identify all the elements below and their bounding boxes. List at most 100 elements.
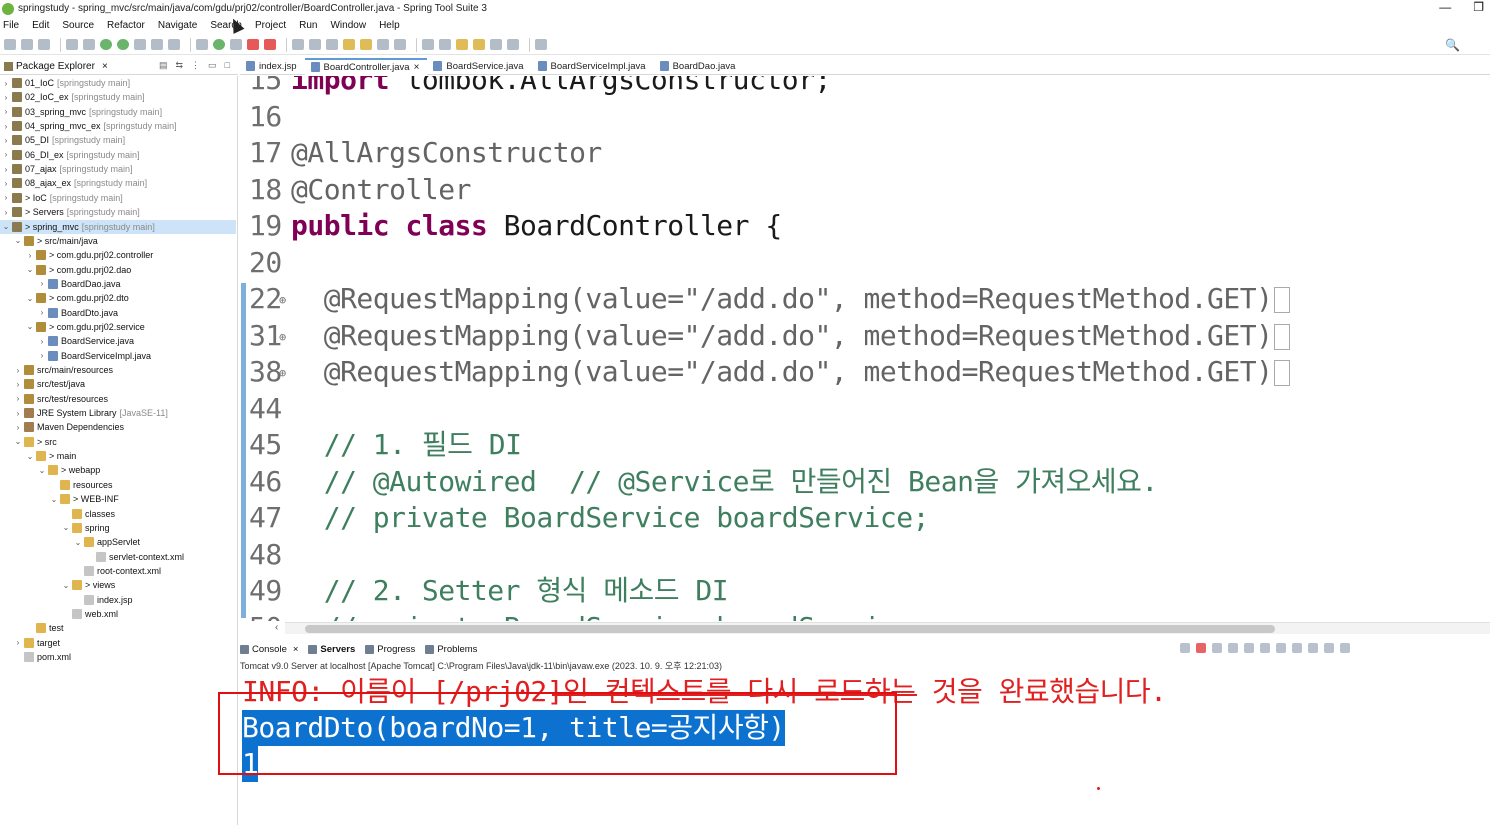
folded-block-indicator[interactable] (1274, 323, 1291, 350)
close-icon[interactable]: × (102, 61, 108, 72)
expand-right-icon[interactable]: › (26, 251, 34, 260)
expand-right-icon[interactable]: › (14, 366, 22, 375)
link-with-editor-icon[interactable]: ⇆ (176, 60, 184, 71)
menu-run[interactable]: Run (299, 20, 317, 31)
tree-item[interactable]: › target (0, 636, 236, 650)
expand-down-icon[interactable]: ⌄ (26, 265, 34, 274)
remove-all-icon[interactable] (1228, 643, 1238, 653)
tree-item[interactable]: › 01_IoC [springstudy main] (0, 76, 236, 90)
tab-progress[interactable]: Progress (365, 644, 415, 655)
expand-right-icon[interactable]: › (38, 337, 46, 346)
tree-item[interactable]: › 05_DI [springstudy main] (0, 133, 236, 147)
display-console-icon[interactable] (1308, 643, 1318, 653)
open-folder-icon[interactable] (343, 39, 355, 50)
expand-right-icon[interactable]: › (2, 79, 10, 88)
tab-boarddao-java[interactable]: BoardDao.java (654, 58, 744, 75)
nav-back-icon[interactable] (490, 39, 502, 50)
tree-item[interactable]: ⌄ appServlet (0, 535, 236, 549)
tree-item[interactable]: ⌄ > main (0, 449, 236, 463)
tree-item[interactable]: › BoardDto.java (0, 306, 236, 320)
word-wrap-icon[interactable] (1276, 643, 1286, 653)
tree-item[interactable]: ⌄ > webapp (0, 463, 236, 477)
settings-icon[interactable] (1340, 643, 1350, 653)
tree-item[interactable]: web.xml (0, 607, 236, 621)
tab-boardserviceimpl-java[interactable]: BoardServiceImpl.java (532, 58, 654, 75)
new-class-icon[interactable] (326, 39, 338, 50)
folded-block-indicator[interactable] (1274, 360, 1291, 386)
tree-item[interactable]: › src/test/java (0, 377, 236, 391)
tree-item[interactable]: › > com.gdu.prj02.controller (0, 248, 236, 262)
tree-item[interactable]: ⌄ > WEB-INF (0, 492, 236, 506)
tree-item[interactable]: ⌄ > com.gdu.prj02.dao (0, 263, 236, 277)
scrollbar-thumb[interactable] (305, 625, 1275, 633)
menu-source[interactable]: Source (62, 20, 94, 31)
maximize-view-icon[interactable]: □ (225, 60, 230, 71)
skip-breakpoints-icon[interactable] (83, 39, 95, 50)
clear-console-icon[interactable] (1244, 643, 1254, 653)
folded-block-indicator[interactable] (1274, 287, 1291, 313)
tree-item[interactable]: › BoardDao.java (0, 277, 236, 291)
tree-item[interactable]: › src/test/resources (0, 392, 236, 406)
expand-down-icon[interactable]: ⌄ (62, 523, 70, 532)
expand-right-icon[interactable]: › (2, 122, 10, 131)
nav-forward-icon[interactable] (507, 39, 519, 50)
tree-item[interactable]: › JRE System Library [JavaSE-11] (0, 406, 236, 420)
expand-down-icon[interactable]: ⌄ (14, 437, 22, 446)
tree-item[interactable]: › BoardService.java (0, 334, 236, 348)
pin-console-icon[interactable] (1180, 643, 1190, 653)
menu-help[interactable]: Help (379, 20, 400, 31)
expand-right-icon[interactable]: › (38, 351, 46, 360)
terminate-icon[interactable] (1196, 643, 1206, 653)
tree-item[interactable]: ⌄ > src/main/java (0, 234, 236, 248)
tree-item[interactable]: root-context.xml (0, 564, 236, 578)
tab-console[interactable]: Console × (240, 644, 298, 655)
expand-down-icon[interactable]: ⌄ (14, 236, 22, 245)
expand-right-icon[interactable]: › (2, 193, 10, 202)
remove-launch-icon[interactable] (1212, 643, 1222, 653)
tree-item[interactable]: › 02_IoC_ex [springstudy main] (0, 90, 236, 104)
prev-annotation-icon[interactable] (439, 39, 451, 50)
tree-item[interactable]: servlet-context.xml (0, 550, 236, 564)
expand-down-icon[interactable]: ⌄ (62, 581, 70, 590)
editor-horizontal-scrollbar[interactable]: ‹ (275, 622, 1490, 634)
new-icon[interactable] (4, 39, 16, 50)
tab-problems[interactable]: Problems (425, 644, 477, 655)
save-all-icon[interactable] (38, 39, 50, 50)
expand-right-icon[interactable]: › (2, 208, 10, 217)
tree-item[interactable]: › > IoC [springstudy main] (0, 191, 236, 205)
expand-right-icon[interactable]: › (14, 423, 22, 432)
expand-right-icon[interactable]: › (14, 380, 22, 389)
expand-down-icon[interactable]: ⌄ (26, 452, 34, 461)
menu-navigate[interactable]: Navigate (158, 20, 197, 31)
show-on-output-icon[interactable] (1292, 643, 1302, 653)
tree-item[interactable]: › BoardServiceImpl.java (0, 349, 236, 363)
menu-window[interactable]: Window (330, 20, 366, 31)
tree-item[interactable]: › Maven Dependencies (0, 420, 236, 434)
external-tools-icon[interactable] (264, 39, 276, 50)
menu-project[interactable]: Project (255, 20, 286, 31)
pin-editor-icon[interactable] (535, 39, 547, 50)
expand-right-icon[interactable]: › (2, 179, 10, 188)
minimize-view-icon[interactable]: ▭ (208, 60, 217, 71)
search-web-icon[interactable] (134, 39, 146, 50)
expand-down-icon[interactable]: ⌄ (50, 495, 58, 504)
code-editor[interactable]: 15 import lombok.AllArgsConstructor; 16 17 @… (240, 76, 1490, 621)
next-annotation-icon[interactable] (422, 39, 434, 50)
scroll-left-arrow-icon[interactable]: ‹ (275, 622, 278, 633)
tree-item[interactable]: › src/main/resources (0, 363, 236, 377)
new-package-icon[interactable] (309, 39, 321, 50)
expand-down-icon[interactable]: ⌄ (74, 538, 82, 547)
expand-right-icon[interactable]: › (2, 136, 10, 145)
tree-item[interactable]: ⌄ > views (0, 578, 236, 592)
expand-right-icon[interactable]: › (14, 394, 22, 403)
spring-boot-icon[interactable] (100, 39, 112, 50)
tab-boardcontroller-java[interactable]: BoardController.java × (304, 57, 428, 75)
expand-down-icon[interactable]: ⌄ (26, 322, 34, 331)
menu-edit[interactable]: Edit (32, 20, 49, 31)
tree-item[interactable]: ⌄ > com.gdu.prj02.dto (0, 291, 236, 305)
search-icon[interactable]: 🔍 (1445, 38, 1460, 52)
tree-item[interactable]: resources (0, 478, 236, 492)
tree-item[interactable]: test (0, 621, 236, 635)
expand-right-icon[interactable]: › (2, 107, 10, 116)
tree-item[interactable]: › > Servers [springstudy main] (0, 205, 236, 219)
